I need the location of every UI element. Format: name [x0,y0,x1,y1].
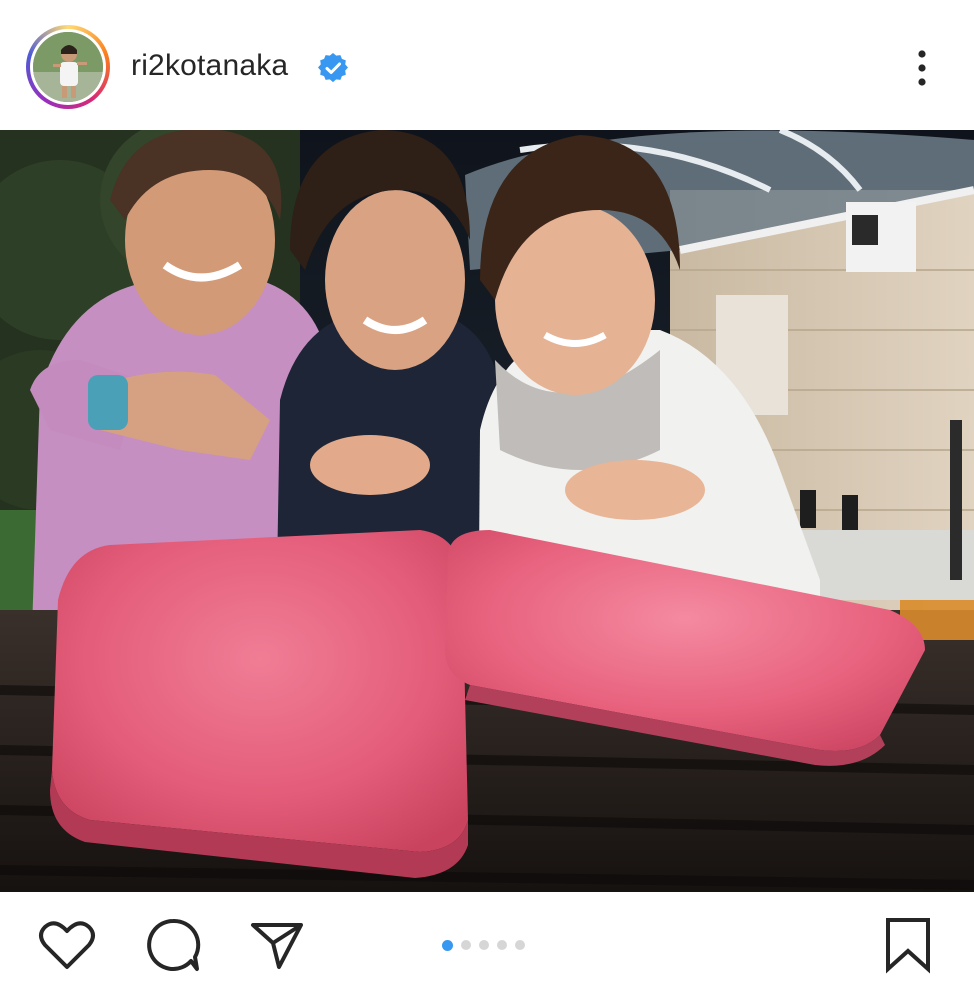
carousel-indicator [442,939,525,951]
post-photo[interactable] [0,130,974,892]
post-header: ri2kotanaka [0,0,974,130]
carousel-dot [479,940,489,950]
username[interactable]: ri2kotanaka [131,49,288,83]
avatar-image [33,32,103,102]
comment-icon[interactable] [143,915,203,975]
avatar[interactable] [26,25,110,109]
carousel-dot-active [442,939,453,951]
share-icon[interactable] [247,915,307,975]
verified-badge-icon [318,53,348,83]
heart-icon[interactable] [37,915,97,975]
carousel-dot [461,940,471,950]
more-vertical-icon[interactable] [907,48,937,88]
carousel-dot [515,940,525,950]
bookmark-icon[interactable] [878,915,938,975]
carousel-dot [497,940,507,950]
